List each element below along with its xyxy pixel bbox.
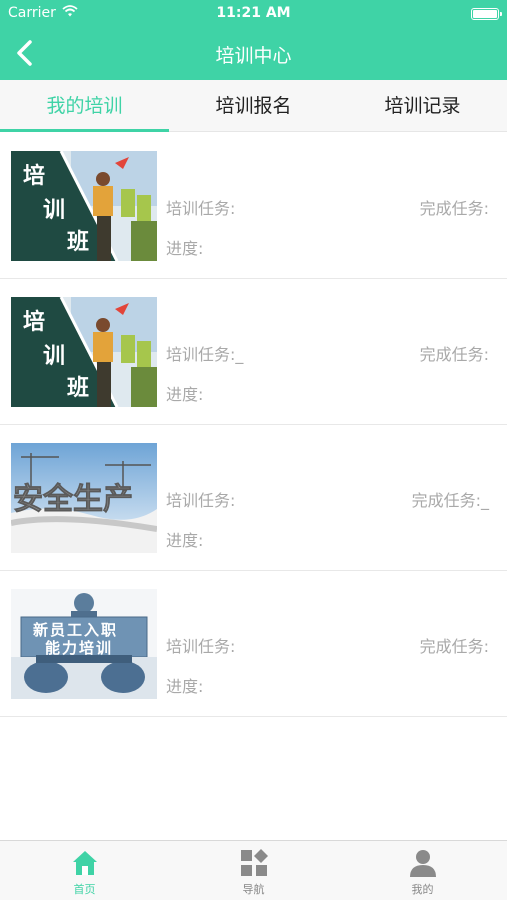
list-item[interactable]: 新员工入职 能力培训 培训任务: 完成任务: 进度:	[0, 571, 507, 717]
item-info: 培训任务:_ 完成任务: 进度:	[166, 279, 507, 425]
app-header: Carrier 11:21 AM 培训中心	[0, 0, 507, 80]
tabbar-label: 首页	[73, 883, 96, 896]
item-info: 培训任务: 完成任务:_ 进度:	[166, 425, 507, 571]
image-text: 新员工入职	[33, 621, 118, 639]
nav-bar: 培训中心	[0, 28, 507, 80]
done-label: 完成任务:	[419, 345, 489, 364]
image-char: 班	[67, 230, 89, 255]
done-label: 完成任务:	[419, 637, 489, 656]
tabbar-item-mine[interactable]: 我的	[338, 841, 507, 900]
task-label: 培训任务:	[166, 491, 236, 510]
task-label: 培训任务:	[166, 199, 236, 218]
done-label: 完成任务:_	[411, 491, 489, 510]
tabbar-label: 我的	[411, 883, 434, 896]
tabbar-label: 导航	[242, 883, 265, 896]
home-icon	[72, 851, 97, 875]
image-text: 能力培训	[45, 639, 113, 657]
progress-label: 进度:	[166, 239, 204, 258]
progress-label: 进度:	[166, 385, 204, 404]
status-time: 11:21 AM	[216, 5, 291, 21]
image-char: 训	[43, 198, 65, 223]
image-char: 培	[23, 163, 45, 189]
status-bar: Carrier 11:21 AM	[0, 0, 507, 28]
bottom-tab-bar: 首页 导航 我的	[0, 840, 507, 900]
tab-training-signup[interactable]: 培训报名	[169, 80, 338, 131]
image-text: 安全生产	[13, 482, 133, 517]
training-class-image: 培 训 班	[11, 151, 157, 261]
page-title: 培训中心	[215, 45, 292, 67]
progress-label: 进度:	[166, 531, 204, 550]
task-label: 培训任务:	[166, 637, 236, 656]
image-char: 培	[23, 309, 45, 335]
progress-label: 进度:	[166, 677, 204, 696]
person-icon	[409, 850, 436, 877]
tab-training-records[interactable]: 培训记录	[338, 80, 507, 131]
list-item[interactable]: 培 训 班 培训任务:_ 完成任务: 进度:	[0, 279, 507, 425]
new-employee-image: 新员工入职 能力培训	[11, 589, 157, 699]
safety-production-image: 安全生产	[11, 443, 157, 553]
list-item[interactable]: 培 训 班 培训任务: 完成任务: 进度:	[0, 133, 507, 279]
item-info: 培训任务: 完成任务: 进度:	[166, 133, 507, 279]
battery-icon	[471, 8, 502, 20]
image-char: 班	[67, 376, 89, 401]
tab-my-training[interactable]: 我的培训	[0, 80, 169, 132]
list-item[interactable]: 安全生产 培训任务: 完成任务:_ 进度:	[0, 425, 507, 571]
item-info: 培训任务: 完成任务: 进度:	[166, 571, 507, 717]
tabbar-item-home[interactable]: 首页	[0, 841, 169, 900]
task-label: 培训任务:_	[166, 345, 244, 364]
training-list: 培 训 班 培训任务: 完成任务: 进度: 培 训 班 培训任务:_ 完成任务:…	[0, 133, 507, 717]
grid-icon	[240, 849, 268, 876]
segment-tabs: 我的培训 培训报名 培训记录	[0, 80, 507, 132]
done-label: 完成任务:	[419, 199, 489, 218]
tabbar-item-nav[interactable]: 导航	[169, 841, 338, 900]
training-class-image: 培 训 班	[11, 297, 157, 407]
image-char: 训	[43, 344, 65, 369]
